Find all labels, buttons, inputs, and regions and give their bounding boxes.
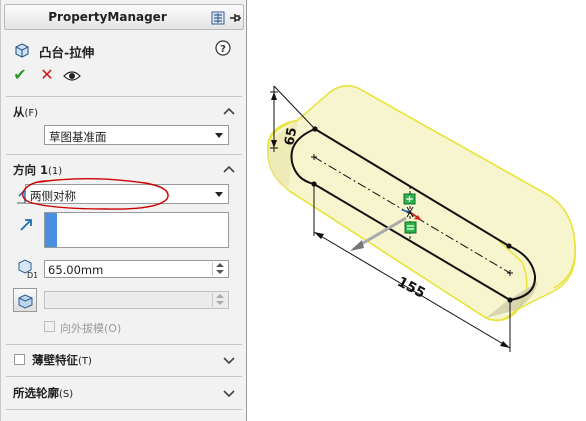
separator [6,409,242,410]
section-contours-title[interactable]: 所选轮廓(S) [13,385,73,401]
panel-title: PropertyManager [48,10,167,24]
collapse-chevron-icon[interactable] [222,164,236,174]
section-thin-title[interactable]: 薄壁特征(T) [32,352,92,368]
draft-outward-label: 向外拔模(O) [60,322,122,335]
selection-indicator [45,213,57,247]
action-buttons: ✔ ✕ [11,66,111,86]
auto-show-icon[interactable] [211,11,225,25]
svg-text:D1: D1 [27,271,37,279]
from-selected-value: 草图基准面 [49,130,107,144]
draft-spin-buttons [212,293,227,307]
draft-icon [18,294,33,309]
panel-header: PropertyManager [4,4,244,30]
dimension-155-label[interactable]: 155 [394,274,427,302]
dimension-65-label[interactable]: 65 [282,126,300,146]
feature-name: 凸台-拉伸 [39,45,95,60]
pin-icon[interactable] [228,11,242,25]
direction-arrow-icon [20,219,32,231]
preview-eye-icon[interactable] [63,67,81,85]
graphics-viewport[interactable]: 65 155 [248,0,586,421]
ok-checkmark-icon[interactable]: ✔ [11,66,29,84]
depth-input[interactable]: 65.00mm [44,260,229,278]
separator [6,376,242,377]
dropdown-arrow-icon [215,133,223,138]
svg-text:?: ? [220,44,226,55]
help-icon[interactable]: ? [215,40,231,56]
collapse-chevron-icon[interactable] [222,106,236,116]
expand-chevron-icon[interactable] [222,355,236,365]
drag-handle-bottom [404,221,417,234]
dropdown-arrow-icon [215,192,223,197]
depth-spin-buttons[interactable] [212,262,227,276]
separator [6,344,242,345]
boss-extrude-icon [15,43,29,58]
cancel-x-icon[interactable]: ✕ [38,66,56,84]
expand-chevron-icon[interactable] [222,388,236,398]
sketch-point [506,243,512,249]
section-from-title[interactable]: 从(F) [13,104,38,120]
thin-feature-checkbox[interactable] [14,354,25,365]
red-annotation-ellipse [22,178,169,210]
separator [6,96,242,97]
extrude-preview-drawing[interactable]: 65 155 [248,0,586,421]
draft-toggle-button[interactable] [13,288,37,312]
extrude-direction-arrow-tip [350,240,364,251]
from-start-condition-select[interactable]: 草图基准面 [44,125,229,145]
depth-dimension-icon: D1 [18,259,37,279]
feature-header: 凸台-拉伸 ? [11,40,241,60]
separator [6,154,242,155]
draft-angle-input[interactable] [44,291,229,309]
property-manager-panel: PropertyManager 凸台-拉伸 ? ✔ ✕ 从(F) 草图基准面 方… [0,0,247,421]
direction-reference-box[interactable] [44,212,229,248]
draft-outward-checkbox[interactable] [44,321,55,332]
depth-value: 65.00mm [48,263,104,277]
